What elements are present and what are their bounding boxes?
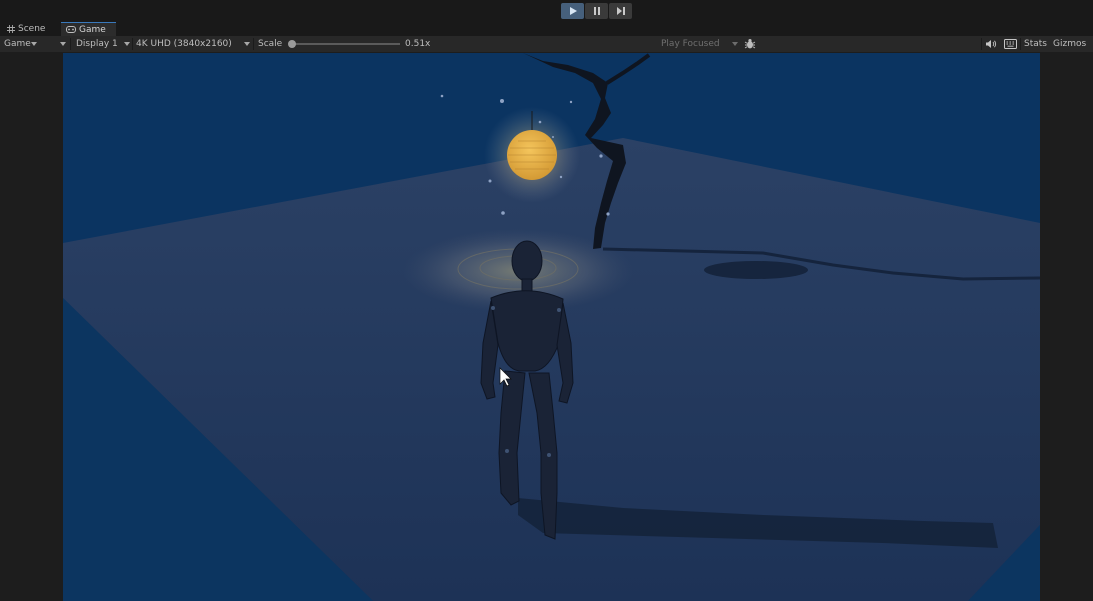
- tree-shadow-blob: [704, 261, 808, 279]
- tab-scene-label: Scene: [18, 24, 46, 34]
- play-controls: [561, 3, 632, 19]
- step-button[interactable]: [609, 3, 632, 19]
- view-mode-dropdown[interactable]: Game: [4, 36, 67, 52]
- gamepad-icon: [66, 26, 76, 33]
- scene-grid-icon: [7, 25, 15, 33]
- tab-game-label: Game: [79, 24, 106, 35]
- scale-slider-handle[interactable]: [288, 40, 296, 48]
- game-render: [63, 53, 1040, 601]
- keyboard-icon: [1004, 39, 1017, 49]
- step-icon: [616, 7, 625, 15]
- gizmos-button[interactable]: Gizmos: [1053, 36, 1086, 52]
- play-mode-value: Play Focused: [661, 39, 720, 49]
- tab-scene[interactable]: Scene: [2, 22, 50, 36]
- game-viewport[interactable]: [63, 53, 1040, 601]
- chevron-down-icon: [124, 42, 130, 46]
- resolution-value: 4K UHD (3840x2160): [136, 39, 232, 49]
- toolbar-divider: [132, 38, 133, 50]
- pause-icon: [593, 7, 600, 15]
- toolbar-divider: [253, 38, 254, 50]
- window-tabs: Scene Game: [0, 22, 1093, 36]
- play-button[interactable]: [561, 3, 584, 19]
- display-dropdown[interactable]: Display 1: [76, 36, 131, 52]
- bug-icon-glyph: [744, 39, 756, 49]
- scale-label: Scale: [258, 39, 283, 49]
- game-view-toolbar: Game Display 1 4K UHD (3840x2160) Scale …: [0, 36, 1093, 52]
- view-mode-value: Game: [4, 39, 31, 49]
- play-icon: [569, 7, 577, 15]
- stats-button[interactable]: Stats: [1024, 36, 1047, 52]
- scale-slider-track[interactable]: [292, 43, 400, 45]
- shortcuts-button[interactable]: [1004, 39, 1018, 49]
- toolbar-divider: [70, 38, 71, 50]
- speaker-icon: [986, 40, 997, 48]
- chevron-down-icon: [732, 42, 738, 46]
- chevron-down-icon: [244, 42, 250, 46]
- play-mode-dropdown[interactable]: Play Focused: [661, 36, 741, 52]
- toolbar-divider: [1020, 38, 1021, 50]
- pause-button[interactable]: [585, 3, 608, 19]
- resolution-dropdown[interactable]: 4K UHD (3840x2160): [136, 36, 252, 52]
- bug-icon[interactable]: [744, 38, 756, 50]
- chevron-down-icon: [60, 42, 66, 46]
- display-value: Display 1: [76, 39, 118, 49]
- audio-mute-button[interactable]: [985, 39, 997, 49]
- tab-game[interactable]: Game: [61, 22, 116, 36]
- toolbar-divider: [981, 38, 982, 50]
- scale-value: 0.51x: [405, 39, 431, 49]
- play-mode-bar: [0, 0, 1093, 22]
